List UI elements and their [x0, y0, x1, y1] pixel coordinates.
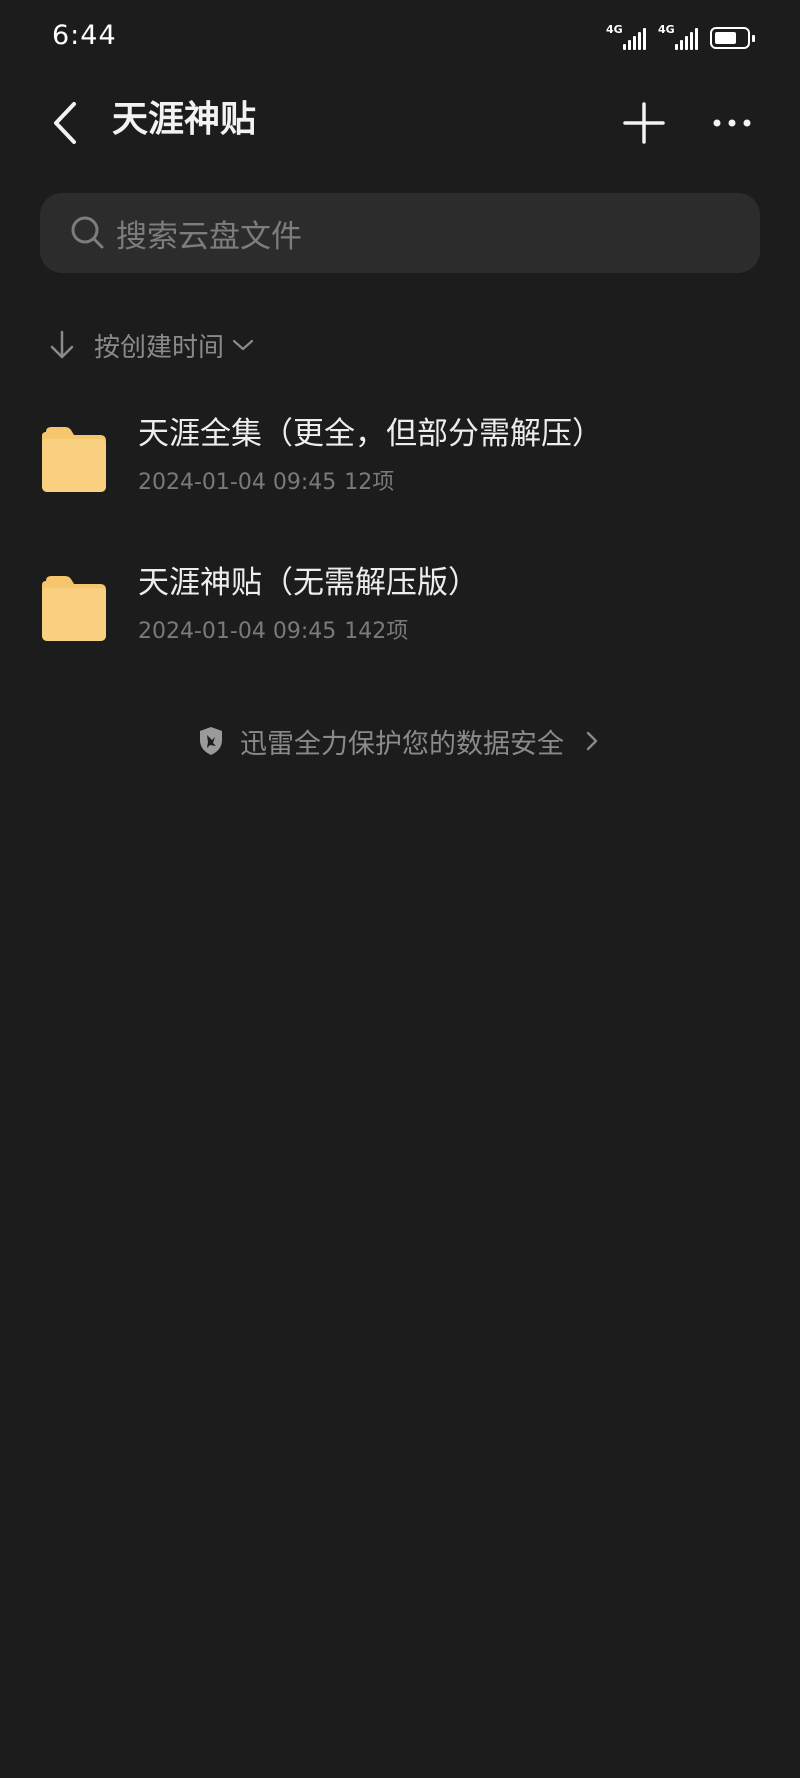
- screen: 6:44 4G 4G 天涯神贴 搜索云盘文件 按创建时间 天涯全集（更全，但部分…: [0, 0, 800, 1778]
- file-name: 天涯全集（更全，但部分需解压）: [138, 416, 603, 452]
- network-type-1: 4G: [606, 23, 623, 36]
- file-name: 天涯神贴（无需解压版）: [138, 565, 479, 601]
- security-banner[interactable]: 迅雷全力保护您的数据安全: [0, 716, 800, 766]
- file-datetime: 2024-01-04 09:45: [138, 619, 337, 644]
- file-count: 12项: [344, 470, 395, 495]
- status-time: 6:44: [52, 20, 117, 51]
- search-placeholder: 搜索云盘文件: [116, 218, 302, 255]
- security-text: 迅雷全力保护您的数据安全: [240, 728, 564, 760]
- list-item[interactable]: 天涯神贴（无需解压版） 2024-01-04 09:45 142项: [0, 561, 800, 691]
- sort-label: 按创建时间: [94, 332, 225, 363]
- search-input[interactable]: 搜索云盘文件: [40, 193, 760, 273]
- add-button[interactable]: [614, 88, 674, 158]
- chevron-right-icon: [586, 729, 602, 753]
- cellular-signal-icon-2: 4G: [658, 24, 698, 52]
- list-item[interactable]: 天涯全集（更全，但部分需解压） 2024-01-04 09:45 12项: [0, 412, 800, 542]
- arrow-down-icon: [44, 325, 80, 365]
- file-meta: 2024-01-04 09:45 12项: [138, 464, 394, 496]
- status-bar: 6:44 4G 4G: [0, 0, 800, 78]
- battery-icon: [710, 27, 755, 49]
- file-count: 142项: [344, 619, 409, 644]
- file-datetime: 2024-01-04 09:45: [138, 470, 337, 495]
- chevron-down-icon: [232, 333, 256, 357]
- cellular-signal-icon: 4G: [606, 24, 646, 52]
- chevron-left-icon: [54, 102, 76, 144]
- back-button[interactable]: [40, 88, 90, 158]
- more-horizontal-icon: [713, 119, 751, 127]
- status-icons: 4G 4G: [606, 24, 755, 52]
- more-button[interactable]: [702, 88, 762, 158]
- sort-selector[interactable]: 按创建时间: [44, 320, 256, 370]
- battery-fill: [715, 32, 736, 44]
- header: 天涯神贴: [0, 78, 800, 188]
- plus-icon: [623, 102, 665, 144]
- folder-icon: [42, 427, 106, 492]
- page-title: 天涯神贴: [112, 99, 257, 140]
- file-meta: 2024-01-04 09:45 142项: [138, 613, 408, 645]
- shield-icon: [198, 725, 226, 757]
- search-icon: [70, 213, 110, 253]
- network-type-2: 4G: [658, 23, 675, 36]
- folder-icon: [42, 576, 106, 641]
